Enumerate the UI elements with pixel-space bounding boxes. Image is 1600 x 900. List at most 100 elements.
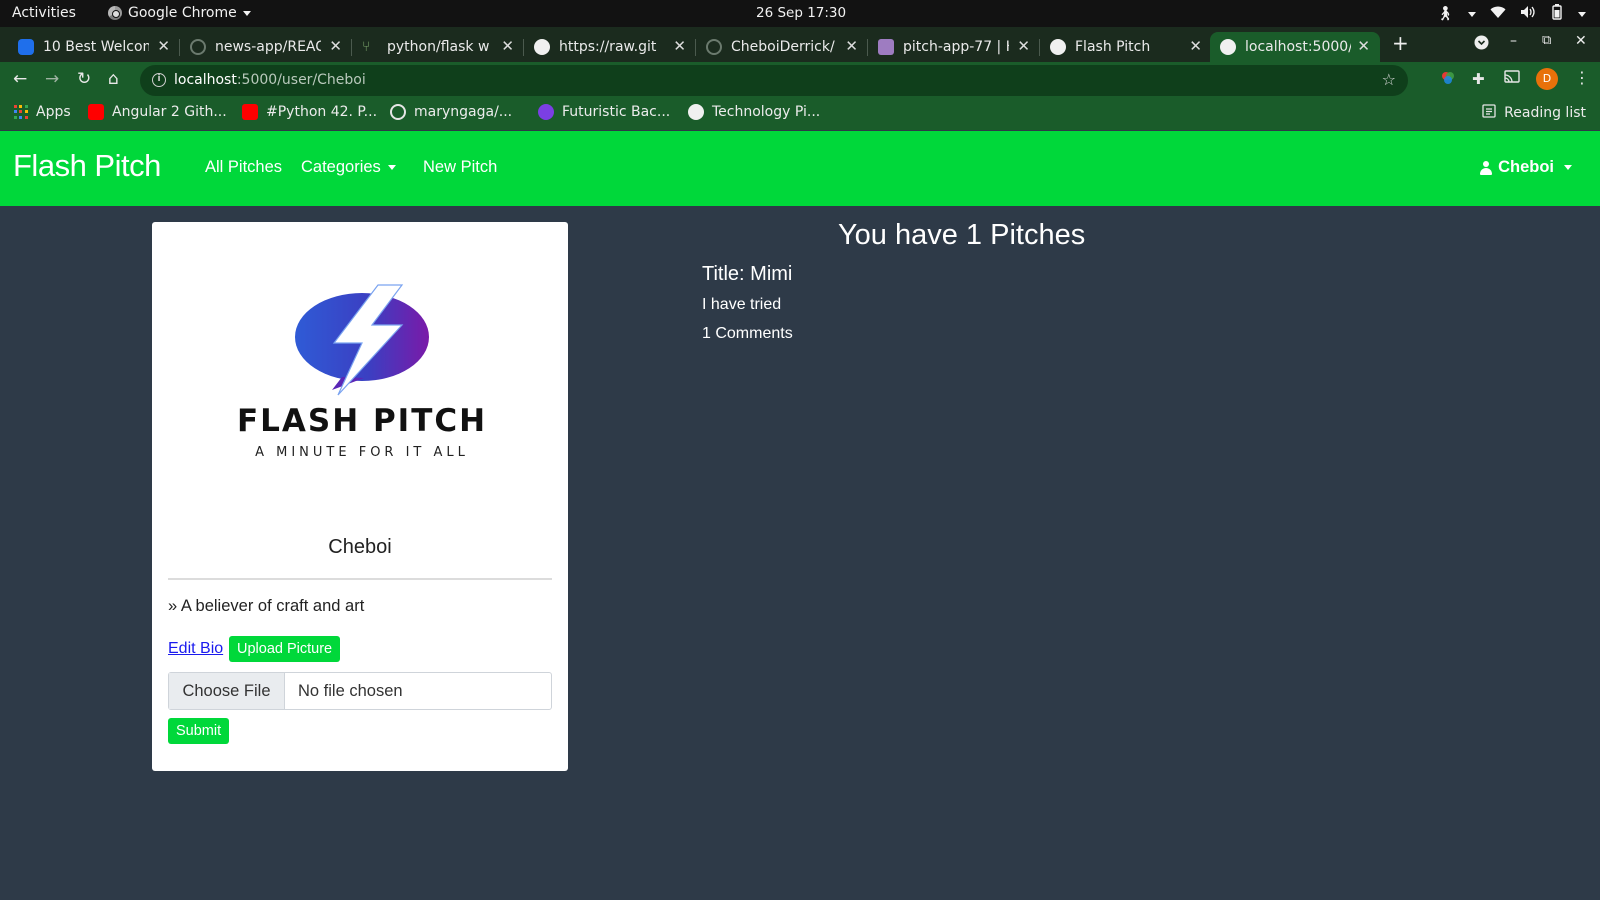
forward-arrow-icon[interactable]: → bbox=[45, 69, 59, 89]
new-tab-plus-icon[interactable]: + bbox=[1392, 31, 1409, 55]
github-icon bbox=[190, 39, 206, 55]
browser-toolbar: ← → ↻ ⌂ i localhost:5000/user/Cheboi ☆ ✚… bbox=[0, 62, 1600, 99]
browser-tab[interactable]: ⑂ python/flask w ✕ bbox=[352, 32, 524, 62]
cast-icon[interactable] bbox=[1504, 70, 1520, 88]
profile-avatar[interactable]: D bbox=[1536, 68, 1558, 90]
close-icon[interactable]: ✕ bbox=[673, 37, 686, 55]
bookmark-item[interactable]: Technology Pi... bbox=[688, 104, 820, 120]
tab-favicon bbox=[18, 39, 34, 55]
pitch-body: I have tried bbox=[702, 296, 782, 313]
activities-button[interactable]: Activities bbox=[12, 5, 76, 21]
extensions-puzzle-icon[interactable]: ✚ bbox=[1472, 70, 1485, 88]
browser-tab[interactable]: pitch-app-77 | H ✕ bbox=[868, 32, 1040, 62]
chevron-down-icon bbox=[1578, 11, 1586, 17]
nav-new-pitch[interactable]: New Pitch bbox=[423, 158, 497, 177]
color-extension-icon[interactable] bbox=[1440, 70, 1456, 90]
home-icon[interactable]: ⌂ bbox=[108, 69, 119, 89]
youtube-icon bbox=[242, 104, 258, 120]
heroku-icon bbox=[878, 39, 894, 55]
close-icon[interactable]: ✕ bbox=[1017, 37, 1030, 55]
pitch-comments-link[interactable]: 1 Comments bbox=[702, 325, 793, 343]
bookmark-label: Apps bbox=[36, 104, 71, 120]
tab-title: 10 Best Welcom bbox=[43, 39, 149, 55]
bookmark-apps[interactable]: Apps bbox=[14, 104, 71, 120]
browser-tab[interactable]: 10 Best Welcom ✕ bbox=[8, 32, 180, 62]
address-url[interactable]: localhost:5000/user/Cheboi bbox=[174, 72, 366, 88]
close-icon[interactable]: ✕ bbox=[157, 37, 170, 55]
tab-title: https://raw.git bbox=[559, 39, 657, 55]
nav-categories-dropdown[interactable]: Categories bbox=[301, 158, 396, 177]
restore-icon[interactable]: ⧉ bbox=[1542, 33, 1551, 48]
volume-icon bbox=[1520, 5, 1536, 23]
bookmark-label: #Python 42. P... bbox=[266, 104, 378, 120]
reload-icon[interactable]: ↻ bbox=[77, 69, 91, 89]
nav-categories-label: Categories bbox=[301, 158, 381, 176]
tab-search-icon[interactable] bbox=[1474, 35, 1489, 54]
app-menu[interactable]: Google Chrome bbox=[108, 5, 251, 21]
choose-file-button[interactable]: Choose File bbox=[169, 673, 285, 709]
file-input[interactable]: Choose File No file chosen bbox=[168, 672, 552, 710]
accessibility-icon[interactable]: 🚶︎ bbox=[1436, 6, 1454, 22]
close-icon[interactable]: ✕ bbox=[845, 37, 858, 55]
bookmark-label: Futuristic Bac... bbox=[562, 104, 671, 120]
close-icon[interactable]: ✕ bbox=[329, 37, 342, 55]
globe-icon bbox=[1050, 39, 1066, 55]
browser-tab-strip: 10 Best Welcom ✕ news-app/REAC ✕ ⑂ pytho… bbox=[0, 27, 1600, 62]
submit-button[interactable]: Submit bbox=[168, 718, 230, 744]
app-name: Google Chrome bbox=[128, 5, 237, 21]
bookmark-item[interactable]: #Python 42. P... bbox=[242, 104, 377, 120]
back-arrow-icon[interactable]: ← bbox=[13, 69, 27, 89]
close-icon[interactable]: ✕ bbox=[1189, 37, 1202, 55]
globe-icon bbox=[688, 104, 704, 120]
close-icon[interactable]: ✕ bbox=[1357, 37, 1370, 55]
bookmark-item[interactable]: Futuristic Bac... bbox=[538, 104, 670, 120]
more-menu-icon[interactable]: ⋮ bbox=[1574, 68, 1590, 87]
bookmark-label: Angular 2 Gith... bbox=[112, 104, 227, 120]
browser-tab-active[interactable]: localhost:5000/ ✕ bbox=[1210, 32, 1380, 62]
minimize-icon[interactable]: – bbox=[1510, 33, 1517, 49]
pitch-title[interactable]: Title: Mimi bbox=[702, 263, 792, 286]
upload-picture-button[interactable]: Upload Picture bbox=[229, 636, 341, 662]
browser-tab[interactable]: CheboiDerrick/ ✕ bbox=[696, 32, 868, 62]
bookmark-item[interactable]: Angular 2 Gith... bbox=[88, 104, 227, 120]
system-top-bar: Activities Google Chrome 26 Sep 17:30 🚶︎ bbox=[0, 0, 1600, 27]
bookmarks-bar: Apps Angular 2 Gith... #Python 42. P... … bbox=[0, 99, 1600, 130]
tab-title: CheboiDerrick/ bbox=[731, 39, 835, 55]
reading-list-icon bbox=[1482, 104, 1496, 122]
browser-tab[interactable]: https://raw.git ✕ bbox=[524, 32, 696, 62]
youtube-icon bbox=[88, 104, 104, 120]
globe-icon bbox=[534, 39, 550, 55]
branch-icon: ⑂ bbox=[362, 39, 371, 55]
system-tray[interactable]: 🚶︎ bbox=[1436, 4, 1586, 24]
nav-all-pitches[interactable]: All Pitches bbox=[205, 158, 282, 177]
chevron-down-icon bbox=[1564, 165, 1572, 170]
user-name: Cheboi bbox=[1498, 158, 1554, 176]
edit-bio-link[interactable]: Edit Bio bbox=[168, 640, 223, 658]
logo-tagline: A MINUTE FOR IT ALL bbox=[255, 445, 469, 460]
site-info-icon[interactable]: i bbox=[152, 73, 166, 87]
wifi-icon bbox=[1490, 6, 1506, 23]
apps-grid-icon bbox=[14, 105, 28, 119]
brand-logo[interactable]: Flash Pitch bbox=[13, 148, 161, 184]
bookmark-star-icon[interactable]: ☆ bbox=[1382, 70, 1396, 89]
divider bbox=[168, 578, 552, 580]
close-icon[interactable]: ✕ bbox=[501, 37, 514, 55]
bookmark-item[interactable]: maryngaga/... bbox=[390, 104, 512, 120]
pitches-count-heading: You have 1 Pitches bbox=[838, 219, 1086, 251]
browser-tab[interactable]: news-app/REAC ✕ bbox=[180, 32, 352, 62]
bookmark-favicon-icon bbox=[538, 104, 554, 120]
reading-list-button[interactable]: Reading list bbox=[1482, 104, 1586, 122]
window-close-icon[interactable]: ✕ bbox=[1575, 33, 1587, 49]
battery-icon bbox=[1550, 4, 1564, 24]
tab-title: pitch-app-77 | H bbox=[903, 39, 1009, 55]
address-bar[interactable]: i localhost:5000/user/Cheboi ☆ bbox=[140, 65, 1408, 96]
chrome-icon bbox=[108, 6, 122, 20]
reading-list-label: Reading list bbox=[1504, 105, 1586, 121]
profile-picture: FLASH PITCH A MINUTE FOR IT ALL bbox=[192, 277, 532, 467]
user-icon bbox=[1480, 160, 1493, 175]
browser-tab[interactable]: Flash Pitch ✕ bbox=[1040, 32, 1212, 62]
flash-pitch-logo-icon bbox=[295, 284, 429, 396]
tab-title: Flash Pitch bbox=[1075, 39, 1151, 55]
user-dropdown[interactable]: Cheboi bbox=[1480, 158, 1572, 177]
clock[interactable]: 26 Sep 17:30 bbox=[756, 5, 846, 21]
